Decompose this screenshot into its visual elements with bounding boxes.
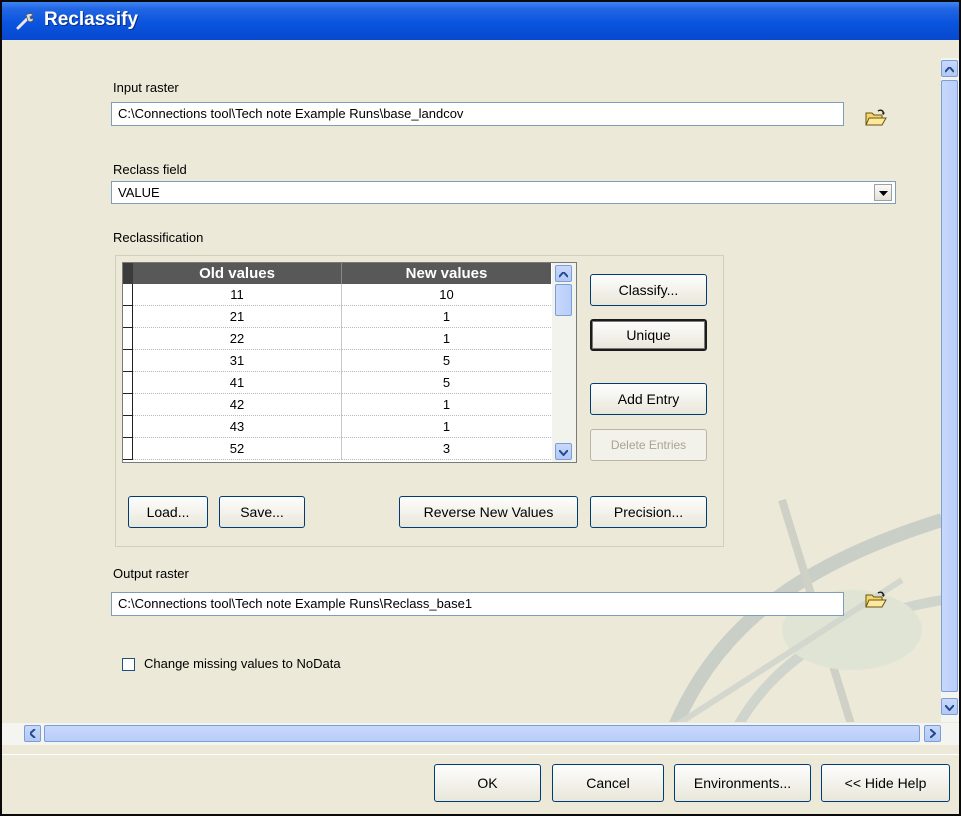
- reclassification-label: Reclassification: [113, 230, 204, 245]
- old-value-cell[interactable]: 31: [133, 350, 342, 372]
- table-scroll-thumb[interactable]: [555, 284, 572, 316]
- missing-values-label: Change missing values to NoData: [144, 656, 341, 671]
- old-value-cell[interactable]: 52: [133, 438, 342, 460]
- dialog-horizontal-scrollbar[interactable]: [2, 723, 959, 745]
- reverse-new-values-button[interactable]: Reverse New Values: [399, 496, 578, 528]
- scroll-left-button[interactable]: [24, 725, 41, 742]
- ok-button[interactable]: OK: [434, 764, 541, 802]
- chevron-down-icon: [558, 444, 569, 459]
- scroll-down-button[interactable]: [555, 443, 572, 460]
- chevron-up-icon: [944, 61, 955, 76]
- precision-button[interactable]: Precision...: [590, 496, 707, 528]
- dialog-scroll-thumb[interactable]: [941, 80, 958, 692]
- title-bar[interactable]: Reclassify: [2, 2, 959, 40]
- old-value-cell[interactable]: 43: [133, 416, 342, 438]
- hide-help-button[interactable]: << Hide Help: [821, 764, 950, 802]
- old-value-cell[interactable]: 21: [133, 306, 342, 328]
- table-scrollbar[interactable]: [552, 263, 576, 462]
- output-raster-field[interactable]: C:\Connections tool\Tech note Example Ru…: [111, 592, 844, 616]
- new-value-cell[interactable]: 1: [342, 328, 551, 350]
- table-row[interactable]: 22 1: [123, 328, 551, 350]
- table-row[interactable]: 31 5: [123, 350, 551, 372]
- old-value-cell[interactable]: 22: [133, 328, 342, 350]
- horizontal-scroll-thumb[interactable]: [44, 725, 920, 742]
- output-raster-browse-button[interactable]: [859, 585, 893, 617]
- reclass-field-select[interactable]: VALUE: [111, 181, 896, 204]
- row-selector[interactable]: [123, 328, 133, 350]
- column-header-new[interactable]: New values: [342, 263, 551, 284]
- save-button[interactable]: Save...: [219, 496, 305, 528]
- table-row[interactable]: 11 10: [123, 284, 551, 306]
- output-raster-label: Output raster: [113, 566, 189, 581]
- old-value-cell[interactable]: 42: [133, 394, 342, 416]
- table-row[interactable]: 52 3: [123, 438, 551, 460]
- new-value-cell[interactable]: 10: [342, 284, 551, 306]
- table-row[interactable]: 41 5: [123, 372, 551, 394]
- chevron-down-icon: [878, 185, 888, 200]
- new-value-cell[interactable]: 1: [342, 416, 551, 438]
- input-raster-label: Input raster: [113, 80, 179, 95]
- dialog-content: Input raster C:\Connections tool\Tech no…: [2, 40, 941, 722]
- dialog-footer: OK Cancel Environments... << Hide Help: [2, 754, 959, 814]
- scroll-right-button[interactable]: [924, 725, 941, 742]
- row-selector[interactable]: [123, 284, 133, 306]
- load-button[interactable]: Load...: [128, 496, 208, 528]
- classify-button[interactable]: Classify...: [590, 274, 707, 306]
- scroll-up-button[interactable]: [941, 60, 958, 77]
- wrench-icon: [16, 12, 36, 36]
- input-raster-field[interactable]: C:\Connections tool\Tech note Example Ru…: [111, 102, 844, 126]
- chevron-left-icon: [28, 726, 36, 741]
- table-row[interactable]: 43 1: [123, 416, 551, 438]
- chevron-up-icon: [558, 266, 569, 281]
- row-selector[interactable]: [123, 306, 133, 328]
- reclass-field-dropdown-button[interactable]: [874, 184, 892, 201]
- reclassify-dialog: Reclassify Input raster C:\Connections t…: [0, 0, 961, 816]
- environments-button[interactable]: Environments...: [674, 764, 811, 802]
- reclass-field-label: Reclass field: [113, 162, 187, 177]
- delete-entries-button[interactable]: Delete Entries: [590, 429, 707, 461]
- chevron-right-icon: [928, 726, 936, 741]
- table-header: Old values New values: [123, 263, 551, 284]
- input-raster-browse-button[interactable]: [859, 103, 893, 135]
- dialog-vertical-scrollbar[interactable]: [941, 58, 959, 722]
- unique-button[interactable]: Unique: [590, 319, 707, 351]
- new-value-cell[interactable]: 5: [342, 350, 551, 372]
- cancel-button[interactable]: Cancel: [552, 764, 664, 802]
- chevron-down-icon: [944, 699, 955, 714]
- old-value-cell[interactable]: 41: [133, 372, 342, 394]
- reclass-field-value: VALUE: [118, 185, 160, 200]
- new-value-cell[interactable]: 5: [342, 372, 551, 394]
- scroll-up-button[interactable]: [555, 265, 572, 282]
- open-folder-icon: [865, 591, 887, 612]
- row-selector[interactable]: [123, 372, 133, 394]
- column-header-old[interactable]: Old values: [133, 263, 342, 284]
- row-selector[interactable]: [123, 416, 133, 438]
- row-selector[interactable]: [123, 438, 133, 460]
- scroll-down-button[interactable]: [941, 698, 958, 715]
- missing-values-checkbox[interactable]: [122, 658, 135, 671]
- new-value-cell[interactable]: 1: [342, 394, 551, 416]
- row-selector[interactable]: [123, 394, 133, 416]
- add-entry-button[interactable]: Add Entry: [590, 383, 707, 415]
- old-value-cell[interactable]: 11: [133, 284, 342, 306]
- row-selector[interactable]: [123, 350, 133, 372]
- open-folder-icon: [865, 109, 887, 130]
- table-row[interactable]: 42 1: [123, 394, 551, 416]
- reclassification-table: Old values New values 11 10 21 1 22 1 31 5 41 5 42…: [122, 262, 577, 463]
- new-value-cell[interactable]: 3: [342, 438, 551, 460]
- header-corner: [123, 263, 133, 284]
- table-row[interactable]: 21 1: [123, 306, 551, 328]
- new-value-cell[interactable]: 1: [342, 306, 551, 328]
- window-title: Reclassify: [44, 9, 139, 30]
